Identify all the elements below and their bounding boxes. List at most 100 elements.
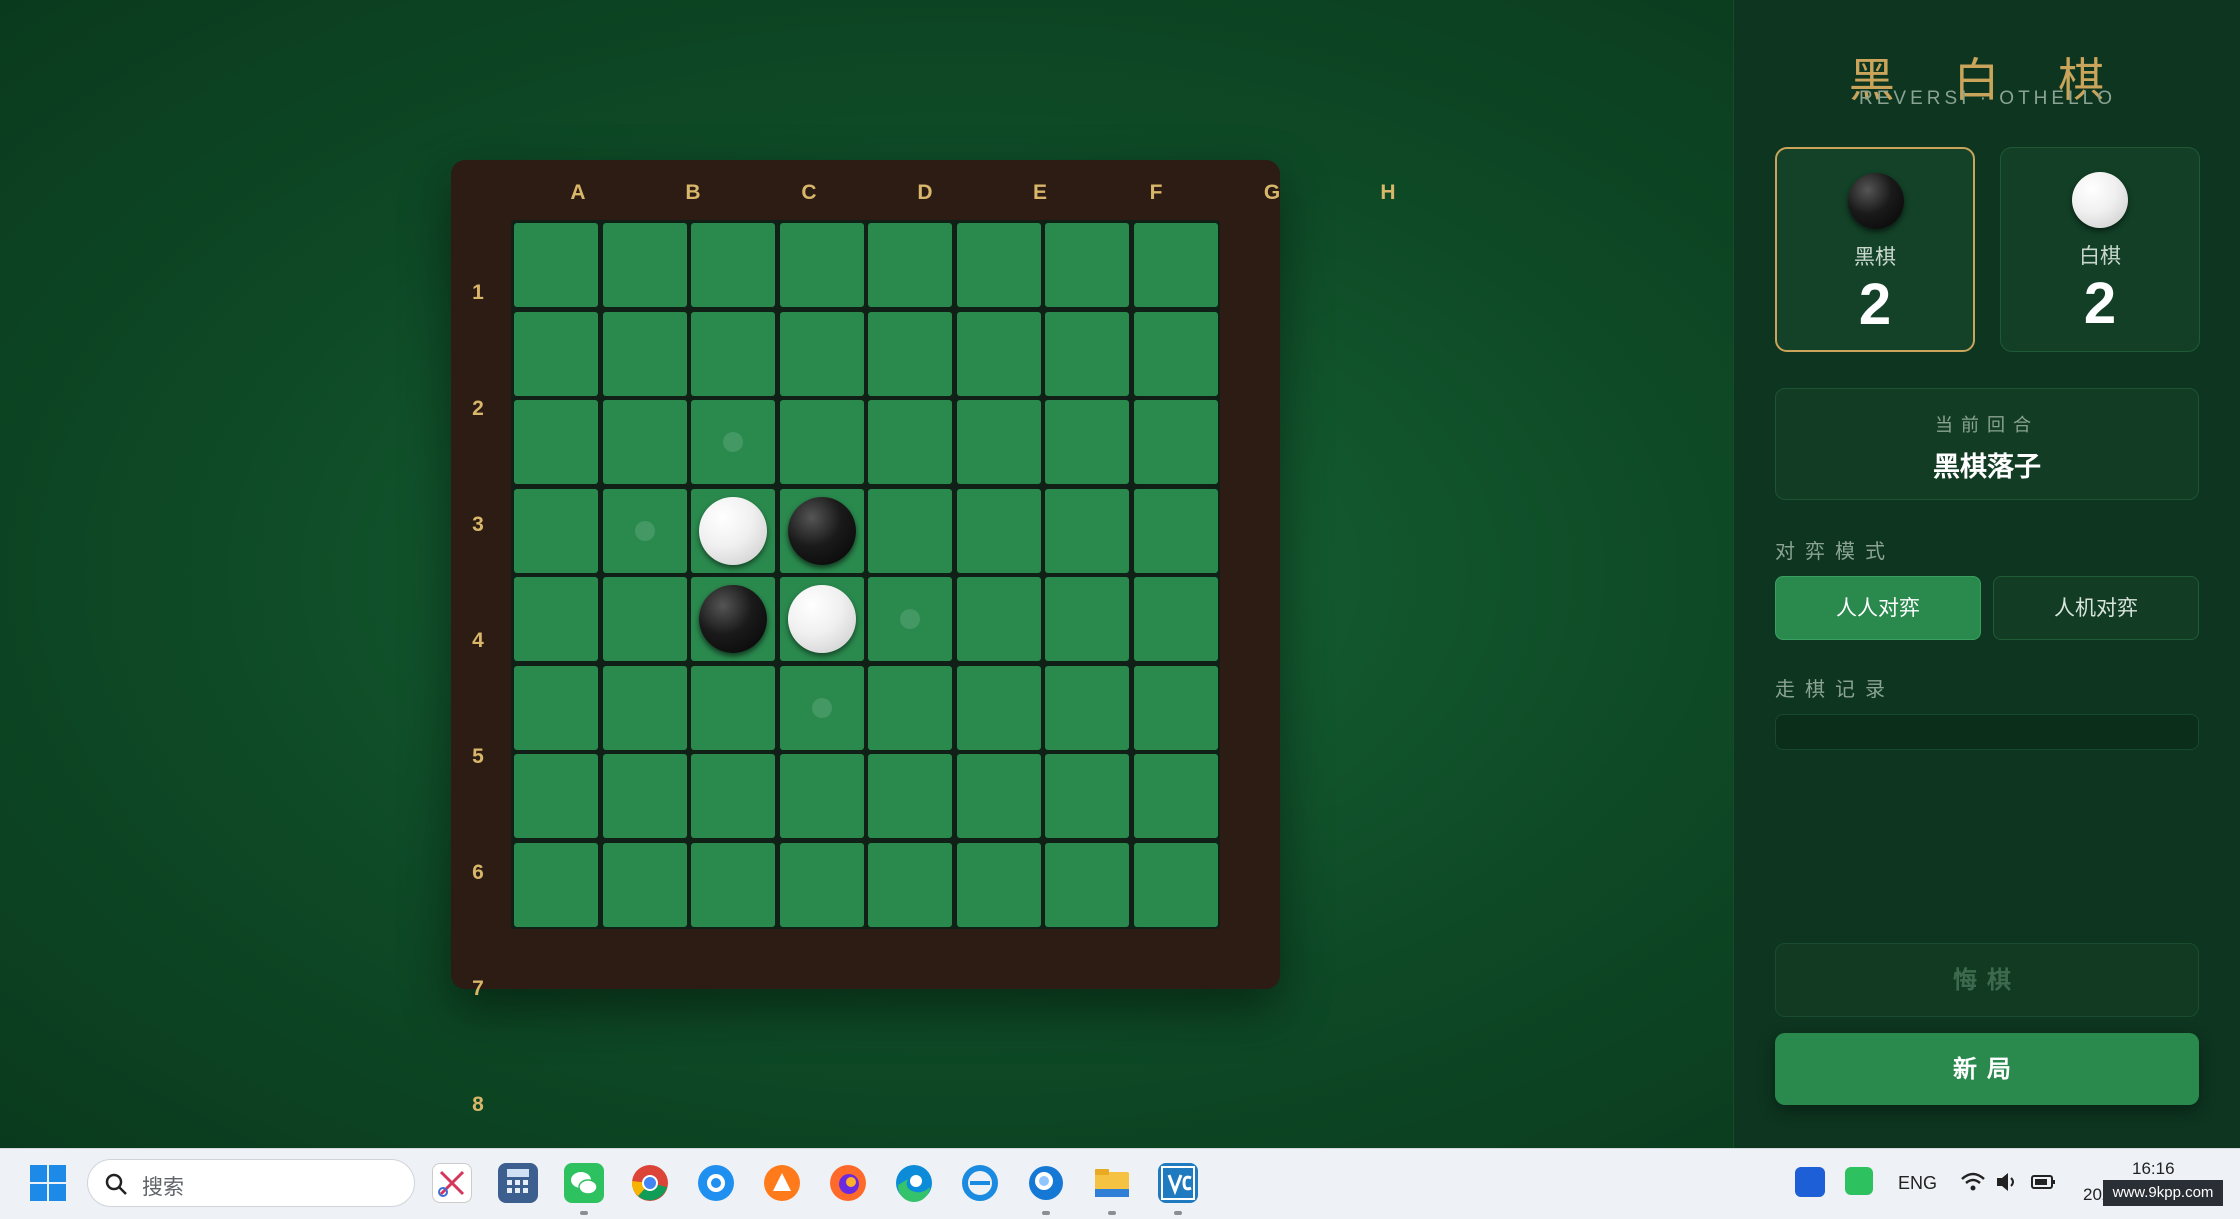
board-cell[interactable] — [868, 488, 952, 573]
row-label: 2 — [472, 397, 484, 420]
board-cell[interactable] — [868, 842, 952, 927]
board-cell[interactable] — [956, 842, 1041, 927]
board-cell[interactable] — [868, 311, 952, 396]
board-cell[interactable] — [691, 223, 775, 307]
board-cell[interactable] — [514, 311, 598, 396]
board-cell[interactable] — [602, 842, 687, 927]
black-score-card: 黑棋 2 — [1775, 147, 1975, 352]
search-icon — [105, 1173, 127, 1195]
ie-icon[interactable] — [960, 1163, 1000, 1203]
running-indicator — [580, 1211, 588, 1215]
row-label: 1 — [472, 281, 484, 304]
board-cell[interactable] — [691, 665, 775, 750]
board-cell[interactable] — [956, 223, 1041, 307]
board-cell[interactable] — [691, 488, 775, 573]
board-cell[interactable] — [1045, 665, 1129, 750]
board-cell[interactable] — [868, 577, 952, 661]
wifi-icon[interactable] — [1960, 1169, 1986, 1195]
vscode-icon[interactable] — [1158, 1163, 1198, 1203]
running-indicator — [1042, 1211, 1050, 1215]
board-cell[interactable] — [956, 488, 1041, 573]
board-cell[interactable] — [691, 400, 775, 484]
wechat-tray-icon[interactable] — [1845, 1167, 1873, 1195]
board-cell[interactable] — [1133, 665, 1218, 750]
board-cell[interactable] — [868, 665, 952, 750]
board-cell[interactable] — [779, 400, 864, 484]
watermark: www.9kpp.com — [2103, 1180, 2223, 1206]
start-icon[interactable] — [28, 1163, 68, 1203]
board-cell[interactable] — [1133, 577, 1218, 661]
app-search-icon[interactable] — [1026, 1163, 1066, 1203]
board-cell[interactable] — [691, 577, 775, 661]
board-cell[interactable] — [1045, 488, 1129, 573]
clock-time[interactable]: 16:16 — [2132, 1159, 2175, 1179]
board-cell[interactable] — [691, 754, 775, 838]
search-input[interactable]: 搜索 — [87, 1159, 415, 1207]
board-cell[interactable] — [602, 400, 687, 484]
mode-pvp-button[interactable]: 人人对弈 — [1775, 576, 1981, 640]
board-cell[interactable] — [956, 577, 1041, 661]
firefox-icon[interactable] — [828, 1163, 868, 1203]
board-cell[interactable] — [602, 577, 687, 661]
board-cell[interactable] — [514, 842, 598, 927]
board-cell[interactable] — [1133, 400, 1218, 484]
mode-pve-button[interactable]: 人机对弈 — [1993, 576, 2199, 640]
battery-icon[interactable] — [2030, 1169, 2056, 1195]
board-cell[interactable] — [1045, 223, 1129, 307]
board-cell[interactable] — [779, 754, 864, 838]
board-cell[interactable] — [1133, 754, 1218, 838]
board-cell[interactable] — [868, 400, 952, 484]
file-explorer-icon[interactable] — [1092, 1163, 1132, 1203]
board-cell[interactable] — [602, 754, 687, 838]
board-cell[interactable] — [514, 488, 598, 573]
browser-icon[interactable] — [696, 1163, 736, 1203]
board-cell[interactable] — [602, 311, 687, 396]
column-label: H — [1380, 181, 1396, 204]
board-cell[interactable] — [602, 665, 687, 750]
app-icon[interactable] — [762, 1163, 802, 1203]
board-cell[interactable] — [779, 842, 864, 927]
black-score: 2 — [1858, 272, 1892, 337]
board-cell[interactable] — [1045, 400, 1129, 484]
calculator-icon[interactable] — [498, 1163, 538, 1203]
board-cell[interactable] — [1045, 577, 1129, 661]
board-cell[interactable] — [868, 223, 952, 307]
board-cell[interactable] — [1133, 488, 1218, 573]
board-cell[interactable] — [691, 842, 775, 927]
board-cell[interactable] — [1133, 223, 1218, 307]
security-icon[interactable] — [1795, 1167, 1825, 1197]
board-cell[interactable] — [514, 577, 598, 661]
board-cell[interactable] — [691, 311, 775, 396]
board-cell[interactable] — [514, 400, 598, 484]
move-history-list[interactable] — [1775, 714, 2199, 750]
board-cell[interactable] — [602, 223, 687, 307]
language-indicator[interactable]: ENG — [1898, 1173, 1937, 1194]
undo-button[interactable]: 悔棋 — [1775, 943, 2199, 1017]
board-cell[interactable] — [956, 754, 1041, 838]
new-game-button[interactable]: 新局 — [1775, 1033, 2199, 1105]
board-cell[interactable] — [868, 754, 952, 838]
board-cell[interactable] — [1133, 311, 1218, 396]
snipping-tool-icon[interactable] — [432, 1163, 472, 1203]
board-cell[interactable] — [514, 223, 598, 307]
turn-label: 当前回合 — [1935, 415, 2039, 436]
board-cell[interactable] — [779, 311, 864, 396]
chrome-icon[interactable] — [630, 1163, 670, 1203]
board-cell[interactable] — [1045, 754, 1129, 838]
board-cell[interactable] — [956, 311, 1041, 396]
board-cell[interactable] — [1133, 842, 1218, 927]
board-cell[interactable] — [779, 488, 864, 573]
board-cell[interactable] — [779, 223, 864, 307]
volume-icon[interactable] — [1994, 1169, 2020, 1195]
board-cell[interactable] — [779, 665, 864, 750]
board-cell[interactable] — [602, 488, 687, 573]
board-cell[interactable] — [514, 665, 598, 750]
board-cell[interactable] — [956, 400, 1041, 484]
edge-icon[interactable] — [894, 1163, 934, 1203]
board-cell[interactable] — [956, 665, 1041, 750]
board-cell[interactable] — [514, 754, 598, 838]
board-cell[interactable] — [779, 577, 864, 661]
wechat-icon[interactable] — [564, 1163, 604, 1203]
board-cell[interactable] — [1045, 842, 1129, 927]
board-cell[interactable] — [1045, 311, 1129, 396]
